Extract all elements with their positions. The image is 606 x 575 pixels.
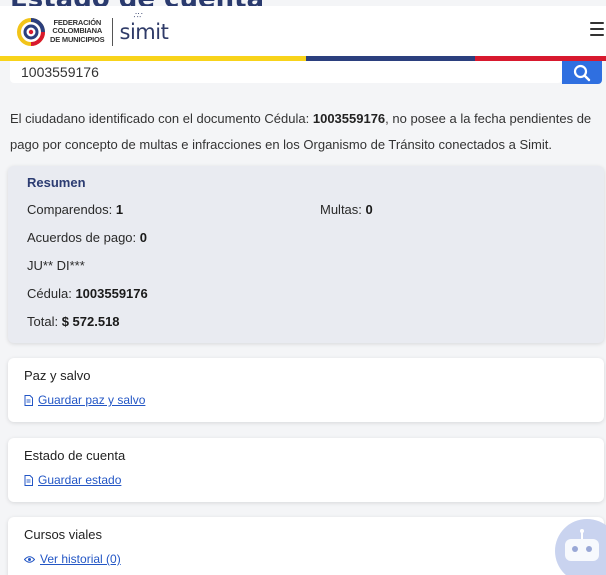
search-input[interactable] xyxy=(10,61,562,83)
chatbot-button[interactable] xyxy=(555,519,606,575)
cedula-label: Cédula: xyxy=(27,286,72,301)
cursos-viales-title: Cursos viales xyxy=(24,527,103,542)
org-name: FEDERACIÓN COLOMBIANA DE MUNICIPIOS xyxy=(50,18,105,45)
paz-y-salvo-card: Paz y salvo Guardar paz y salvo xyxy=(8,358,604,422)
guardar-paz-y-salvo-link[interactable]: Guardar paz y salvo xyxy=(38,393,145,407)
brand-text: simit xyxy=(119,19,169,44)
status-message: El ciudadano identificado con el documen… xyxy=(10,106,606,158)
search-button[interactable] xyxy=(562,61,602,84)
status-doc-number: 1003559176 xyxy=(312,111,386,126)
robot-icon xyxy=(565,529,599,561)
status-message-prefix: El ciudadano identificado con el documen… xyxy=(10,111,261,126)
document-icon xyxy=(24,394,33,406)
multas-row: Multas: 0 xyxy=(320,202,373,217)
org-name-line3: DE MUNICIPIOS xyxy=(50,34,105,44)
acuerdos-value: 0 xyxy=(139,230,147,245)
estado-de-cuenta-title: Estado de cuenta xyxy=(24,448,126,463)
guardar-paz-link-row: Guardar paz y salvo xyxy=(24,393,145,407)
summary-card: Resumen Comparendos: 1 Multas: 0 Acuerdo… xyxy=(8,166,604,343)
acuerdos-row: Acuerdos de pago: 0 xyxy=(27,230,147,245)
hamburger-menu-icon[interactable] xyxy=(590,22,604,38)
simit-dots-icon: ∴∵ xyxy=(133,10,143,20)
simit-wordmark: ∴∵ simit xyxy=(119,11,169,44)
summary-title: Resumen xyxy=(27,175,86,190)
citizen-name: JU** DI*** xyxy=(27,258,85,273)
cedula-value: 1003559176 xyxy=(75,286,148,301)
total-row: Total: $ 572.518 xyxy=(27,314,120,329)
multas-label: Multas: xyxy=(320,202,362,217)
multas-value: 0 xyxy=(365,202,373,217)
comparendos-row: Comparendos: 1 xyxy=(27,202,123,217)
header: FEDERACIÓN COLOMBIANA DE MUNICIPIOS ∴∵ s… xyxy=(0,6,606,57)
cedula-row: Cédula: 1003559176 xyxy=(27,286,148,301)
search-field xyxy=(10,61,562,83)
ver-historial-link[interactable]: Ver historial (0) xyxy=(40,552,121,566)
total-label: Total: xyxy=(27,314,59,329)
status-doc-type: Cédula: xyxy=(264,111,310,126)
fcm-simit-logo[interactable]: FEDERACIÓN COLOMBIANA DE MUNICIPIOS ∴∵ s… xyxy=(16,11,169,47)
cursos-viales-card: Cursos viales Ver historial (0) xyxy=(8,517,604,575)
eye-icon xyxy=(24,555,35,563)
comparendos-label: Comparendos: xyxy=(27,202,113,217)
estado-de-cuenta-card: Estado de cuenta Guardar estado xyxy=(8,438,604,502)
acuerdos-label: Acuerdos de pago: xyxy=(27,230,137,245)
logo-divider xyxy=(111,17,113,46)
search-icon xyxy=(573,64,591,81)
ver-historial-link-row: Ver historial (0) xyxy=(24,552,121,566)
fcm-swirl-logo-icon xyxy=(17,17,45,46)
total-value: $ 572.518 xyxy=(61,314,120,329)
guardar-estado-link[interactable]: Guardar estado xyxy=(38,473,121,487)
guardar-estado-link-row: Guardar estado xyxy=(24,473,121,487)
document-icon xyxy=(24,474,33,486)
paz-y-salvo-title: Paz y salvo xyxy=(24,368,91,383)
comparendos-value: 1 xyxy=(115,202,124,217)
